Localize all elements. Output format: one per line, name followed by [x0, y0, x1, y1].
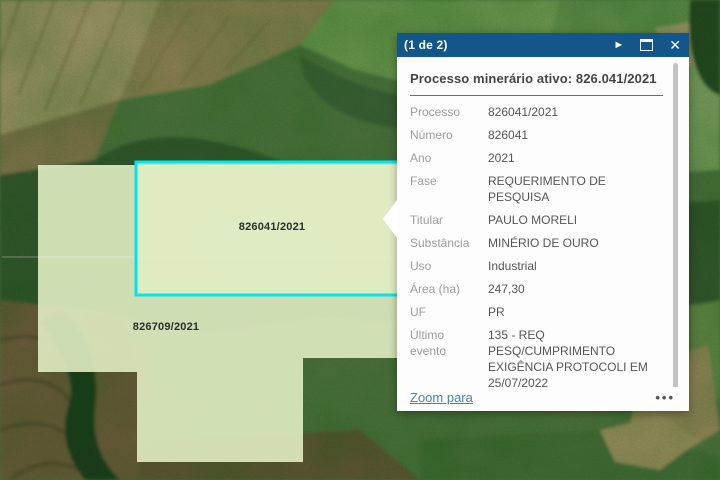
field-label: Área (ha)	[410, 281, 488, 297]
app-window: 826041/2021 826709/2021 (1 de 2) ► ✕ Pro…	[0, 0, 720, 480]
field-row-titular: Titular PAULO MORELI	[410, 212, 663, 228]
attribute-table: Processo 826041/2021 Número 826041 Ano 2…	[410, 104, 663, 411]
field-value: Industrial	[488, 258, 663, 274]
more-options-icon[interactable]: •••	[655, 393, 675, 403]
map-label-826041: 826041/2021	[239, 221, 305, 233]
field-value: MINÉRIO DE OURO	[488, 235, 663, 251]
popup-header: (1 de 2) ► ✕	[397, 33, 689, 57]
popup-footer: Zoom para •••	[397, 387, 689, 411]
field-label: Processo	[410, 104, 488, 120]
popup-body: Processo minerário ativo: 826.041/2021 P…	[397, 57, 689, 411]
field-value: PR	[488, 304, 663, 320]
field-label: Fase	[410, 173, 488, 189]
field-label: Último evento	[410, 327, 488, 359]
field-label: Substância	[410, 235, 488, 251]
popup-scrollbar[interactable]	[673, 63, 678, 405]
field-value: REQUERIMENTO DE PESQUISA	[488, 173, 663, 205]
field-row-numero: Número 826041	[410, 127, 663, 143]
popup-title: Processo minerário ativo: 826.041/2021	[410, 66, 663, 86]
field-value: 2021	[488, 150, 663, 166]
field-row-processo: Processo 826041/2021	[410, 104, 663, 120]
field-label: Titular	[410, 212, 488, 228]
feature-popup: (1 de 2) ► ✕ Processo minerário ativo: 8…	[397, 33, 689, 411]
field-row-uso: Uso Industrial	[410, 258, 663, 274]
field-label: Uso	[410, 258, 488, 274]
title-divider	[410, 95, 663, 96]
field-row-fase: Fase REQUERIMENTO DE PESQUISA	[410, 173, 663, 205]
field-row-ano: Ano 2021	[410, 150, 663, 166]
field-row-ultimo-evento: Último evento 135 - REQ PESQ/CUMPRIMENTO…	[410, 327, 663, 391]
field-value: 826041/2021	[488, 104, 663, 120]
field-value: 135 - REQ PESQ/CUMPRIMENTO EXIGÊNCIA PRO…	[488, 327, 663, 391]
close-icon[interactable]: ✕	[669, 33, 681, 57]
field-label: Número	[410, 127, 488, 143]
field-row-substancia: Substância MINÉRIO DE OURO	[410, 235, 663, 251]
field-row-area: Área (ha) 247,30	[410, 281, 663, 297]
field-label: Ano	[410, 150, 488, 166]
field-row-uf: UF PR	[410, 304, 663, 320]
field-value: 826041	[488, 127, 663, 143]
map-label-826709: 826709/2021	[133, 321, 199, 333]
maximize-icon[interactable]	[640, 33, 653, 57]
field-label: UF	[410, 304, 488, 320]
next-feature-icon[interactable]: ►	[613, 33, 624, 57]
zoom-to-link[interactable]: Zoom para	[410, 390, 473, 405]
popup-pagination: (1 de 2)	[404, 38, 448, 52]
field-value: PAULO MORELI	[488, 212, 663, 228]
field-value: 247,30	[488, 281, 663, 297]
